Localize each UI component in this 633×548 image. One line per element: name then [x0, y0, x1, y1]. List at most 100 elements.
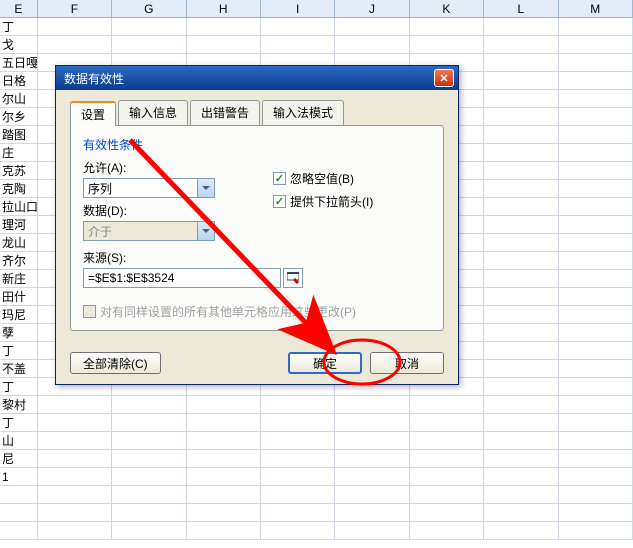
cell[interactable] — [261, 450, 335, 467]
cell[interactable] — [484, 522, 558, 539]
cell[interactable] — [484, 252, 558, 269]
cell[interactable]: 不盖 — [0, 360, 38, 377]
cell[interactable] — [410, 432, 484, 449]
cell[interactable] — [559, 504, 633, 521]
col-header-E[interactable]: E — [0, 0, 38, 17]
cell[interactable] — [559, 108, 633, 125]
cell[interactable] — [559, 432, 633, 449]
cell[interactable] — [335, 432, 409, 449]
cell[interactable]: 日格 — [0, 72, 38, 89]
allow-combo[interactable]: 序列 — [83, 178, 215, 198]
cell[interactable] — [484, 306, 558, 323]
col-header-F[interactable]: F — [38, 0, 112, 17]
cell[interactable] — [484, 378, 558, 395]
cell[interactable] — [410, 486, 484, 503]
cell[interactable] — [559, 90, 633, 107]
cell[interactable] — [112, 522, 186, 539]
cell[interactable] — [484, 36, 558, 53]
cell[interactable] — [335, 450, 409, 467]
cell[interactable] — [410, 414, 484, 431]
cell[interactable]: 丁 — [0, 18, 38, 35]
cell[interactable] — [187, 486, 261, 503]
cell[interactable] — [38, 522, 112, 539]
close-button[interactable]: ✕ — [434, 69, 454, 87]
cell[interactable] — [410, 450, 484, 467]
cell[interactable] — [38, 468, 112, 485]
cell[interactable] — [335, 18, 409, 35]
cell[interactable] — [484, 450, 558, 467]
cell[interactable]: 五日嘎 — [0, 54, 38, 71]
cell[interactable] — [187, 396, 261, 413]
col-header-L[interactable]: L — [484, 0, 558, 17]
col-header-M[interactable]: M — [559, 0, 633, 17]
clear-all-button[interactable]: 全部清除(C) — [70, 352, 161, 374]
cell[interactable] — [38, 18, 112, 35]
cell[interactable] — [484, 162, 558, 179]
cell[interactable] — [335, 414, 409, 431]
cell[interactable] — [559, 72, 633, 89]
cell[interactable] — [38, 504, 112, 521]
cell[interactable] — [335, 396, 409, 413]
cell[interactable] — [559, 450, 633, 467]
cell[interactable] — [559, 522, 633, 539]
cell[interactable]: 丁 — [0, 378, 38, 395]
cell[interactable] — [559, 306, 633, 323]
cell[interactable]: 庄 — [0, 144, 38, 161]
cell[interactable] — [187, 18, 261, 35]
ignore-blank-row[interactable]: ✓ 忽略空值(B) — [273, 170, 373, 187]
cell[interactable]: 克苏 — [0, 162, 38, 179]
cell[interactable] — [484, 180, 558, 197]
cell[interactable]: 踏图 — [0, 126, 38, 143]
cell[interactable] — [484, 90, 558, 107]
cell[interactable] — [410, 504, 484, 521]
cell[interactable] — [559, 36, 633, 53]
cell[interactable]: 克陶 — [0, 180, 38, 197]
cell[interactable] — [484, 18, 558, 35]
cell[interactable] — [559, 180, 633, 197]
cell[interactable] — [112, 486, 186, 503]
dropdown-row[interactable]: ✓ 提供下拉箭头(I) — [273, 193, 373, 210]
cell[interactable] — [559, 54, 633, 71]
cell[interactable] — [0, 504, 38, 521]
cell[interactable] — [559, 360, 633, 377]
cell[interactable]: 丁 — [0, 342, 38, 359]
cell[interactable] — [559, 396, 633, 413]
cell[interactable] — [335, 36, 409, 53]
cancel-button[interactable]: 取消 — [370, 352, 444, 374]
cell[interactable] — [559, 144, 633, 161]
cell[interactable] — [484, 54, 558, 71]
cell[interactable] — [410, 36, 484, 53]
cell[interactable] — [335, 468, 409, 485]
cell[interactable] — [112, 450, 186, 467]
cell[interactable] — [187, 432, 261, 449]
titlebar[interactable]: 数据有效性 ✕ — [56, 66, 458, 90]
cell[interactable] — [559, 252, 633, 269]
cell[interactable]: 拉山口 — [0, 198, 38, 215]
cell[interactable] — [484, 360, 558, 377]
cell[interactable] — [559, 486, 633, 503]
cell[interactable] — [559, 342, 633, 359]
tab-settings[interactable]: 设置 — [70, 101, 116, 126]
col-header-I[interactable]: I — [261, 0, 335, 17]
cell[interactable] — [484, 216, 558, 233]
cell[interactable]: 玛尼 — [0, 306, 38, 323]
cell[interactable] — [559, 468, 633, 485]
cell[interactable] — [559, 126, 633, 143]
cell[interactable] — [112, 18, 186, 35]
cell[interactable] — [187, 414, 261, 431]
cell[interactable]: 齐尔 — [0, 252, 38, 269]
cell[interactable] — [410, 522, 484, 539]
source-input[interactable]: =$E$1:$E$3524 — [83, 268, 281, 288]
col-header-J[interactable]: J — [335, 0, 409, 17]
cell[interactable]: 尼 — [0, 450, 38, 467]
tab-input-message[interactable]: 输入信息 — [118, 100, 188, 125]
cell[interactable] — [559, 288, 633, 305]
cell[interactable] — [559, 234, 633, 251]
cell[interactable] — [38, 396, 112, 413]
cell[interactable] — [484, 198, 558, 215]
cell[interactable] — [112, 414, 186, 431]
range-picker-button[interactable] — [283, 268, 303, 288]
cell[interactable] — [38, 36, 112, 53]
cell[interactable] — [261, 468, 335, 485]
cell[interactable]: 田什 — [0, 288, 38, 305]
